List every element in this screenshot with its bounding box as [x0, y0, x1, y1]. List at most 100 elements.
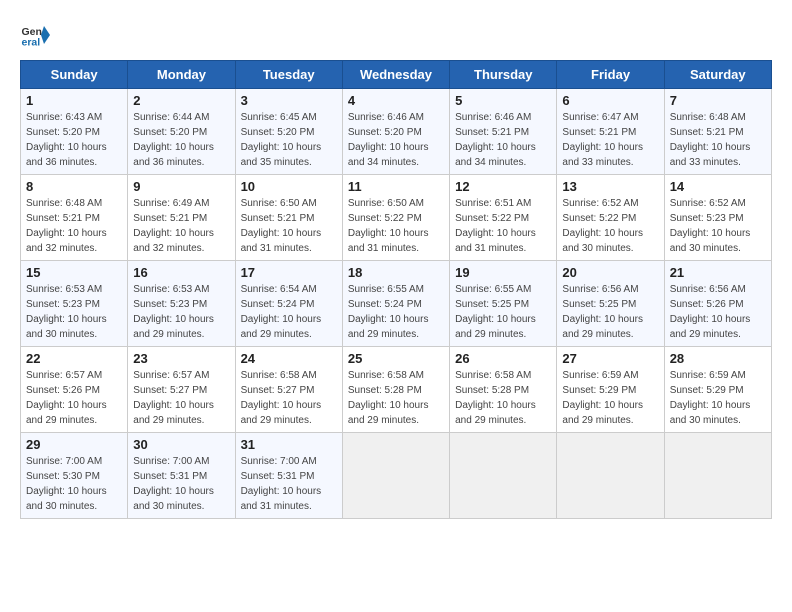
day-number: 14 — [670, 179, 766, 194]
day-number: 15 — [26, 265, 122, 280]
day-info: Sunrise: 6:47 AM Sunset: 5:21 PM Dayligh… — [562, 110, 658, 170]
calendar-cell: 19 Sunrise: 6:55 AM Sunset: 5:25 PM Dayli… — [450, 261, 557, 347]
day-info: Sunrise: 6:58 AM Sunset: 5:28 PM Dayligh… — [348, 368, 444, 428]
calendar-cell: 9 Sunrise: 6:49 AM Sunset: 5:21 PM Daylig… — [128, 175, 235, 261]
col-header-monday: Monday — [128, 61, 235, 89]
calendar-cell — [342, 433, 449, 519]
calendar-cell: 22 Sunrise: 6:57 AM Sunset: 5:26 PM Dayli… — [21, 347, 128, 433]
day-number: 21 — [670, 265, 766, 280]
day-info: Sunrise: 6:56 AM Sunset: 5:25 PM Dayligh… — [562, 282, 658, 342]
day-info: Sunrise: 7:00 AM Sunset: 5:31 PM Dayligh… — [241, 454, 337, 514]
calendar-cell: 12 Sunrise: 6:51 AM Sunset: 5:22 PM Dayli… — [450, 175, 557, 261]
day-number: 4 — [348, 93, 444, 108]
calendar-body: 1 Sunrise: 6:43 AM Sunset: 5:20 PM Daylig… — [21, 89, 772, 519]
col-header-thursday: Thursday — [450, 61, 557, 89]
calendar-cell: 21 Sunrise: 6:56 AM Sunset: 5:26 PM Dayli… — [664, 261, 771, 347]
day-info: Sunrise: 6:56 AM Sunset: 5:26 PM Dayligh… — [670, 282, 766, 342]
day-number: 20 — [562, 265, 658, 280]
day-info: Sunrise: 6:50 AM Sunset: 5:22 PM Dayligh… — [348, 196, 444, 256]
calendar-cell: 8 Sunrise: 6:48 AM Sunset: 5:21 PM Daylig… — [21, 175, 128, 261]
day-number: 7 — [670, 93, 766, 108]
day-info: Sunrise: 6:48 AM Sunset: 5:21 PM Dayligh… — [26, 196, 122, 256]
day-number: 22 — [26, 351, 122, 366]
col-header-friday: Friday — [557, 61, 664, 89]
calendar-cell: 6Sunrise: 6:47 AM Sunset: 5:21 PM Daylig… — [557, 89, 664, 175]
calendar-cell: 17 Sunrise: 6:54 AM Sunset: 5:24 PM Dayli… — [235, 261, 342, 347]
calendar-cell: 1 Sunrise: 6:43 AM Sunset: 5:20 PM Daylig… — [21, 89, 128, 175]
week-row-3: 15 Sunrise: 6:53 AM Sunset: 5:23 PM Dayli… — [21, 261, 772, 347]
day-number: 28 — [670, 351, 766, 366]
calendar-cell: 28 Sunrise: 6:59 AM Sunset: 5:29 PM Dayli… — [664, 347, 771, 433]
week-row-5: 29 Sunrise: 7:00 AM Sunset: 5:30 PM Dayli… — [21, 433, 772, 519]
day-info: Sunrise: 7:00 AM Sunset: 5:30 PM Dayligh… — [26, 454, 122, 514]
day-number: 1 — [26, 93, 122, 108]
day-info: Sunrise: 6:53 AM Sunset: 5:23 PM Dayligh… — [26, 282, 122, 342]
day-info: Sunrise: 6:57 AM Sunset: 5:26 PM Dayligh… — [26, 368, 122, 428]
day-info: Sunrise: 6:51 AM Sunset: 5:22 PM Dayligh… — [455, 196, 551, 256]
col-header-saturday: Saturday — [664, 61, 771, 89]
day-number: 29 — [26, 437, 122, 452]
day-info: Sunrise: 6:43 AM Sunset: 5:20 PM Dayligh… — [26, 110, 122, 170]
day-info: Sunrise: 6:57 AM Sunset: 5:27 PM Dayligh… — [133, 368, 229, 428]
day-number: 30 — [133, 437, 229, 452]
day-info: Sunrise: 6:53 AM Sunset: 5:23 PM Dayligh… — [133, 282, 229, 342]
calendar-cell: 7Sunrise: 6:48 AM Sunset: 5:21 PM Daylig… — [664, 89, 771, 175]
calendar-cell: 30 Sunrise: 7:00 AM Sunset: 5:31 PM Dayli… — [128, 433, 235, 519]
day-info: Sunrise: 6:46 AM Sunset: 5:21 PM Dayligh… — [455, 110, 551, 170]
calendar-cell: 5 Sunrise: 6:46 AM Sunset: 5:21 PM Daylig… — [450, 89, 557, 175]
day-number: 24 — [241, 351, 337, 366]
calendar-cell: 10 Sunrise: 6:50 AM Sunset: 5:21 PM Dayli… — [235, 175, 342, 261]
day-number: 9 — [133, 179, 229, 194]
col-header-tuesday: Tuesday — [235, 61, 342, 89]
calendar-cell — [557, 433, 664, 519]
day-number: 31 — [241, 437, 337, 452]
calendar-cell: 27 Sunrise: 6:59 AM Sunset: 5:29 PM Dayli… — [557, 347, 664, 433]
svg-text:eral: eral — [22, 37, 41, 49]
day-info: Sunrise: 6:54 AM Sunset: 5:24 PM Dayligh… — [241, 282, 337, 342]
col-header-wednesday: Wednesday — [342, 61, 449, 89]
calendar-cell: 23Sunrise: 6:57 AM Sunset: 5:27 PM Dayli… — [128, 347, 235, 433]
calendar-cell — [450, 433, 557, 519]
day-number: 2 — [133, 93, 229, 108]
calendar-cell — [664, 433, 771, 519]
day-info: Sunrise: 6:46 AM Sunset: 5:20 PM Dayligh… — [348, 110, 444, 170]
day-number: 3 — [241, 93, 337, 108]
day-info: Sunrise: 6:52 AM Sunset: 5:22 PM Dayligh… — [562, 196, 658, 256]
logo-icon: Gen eral — [20, 20, 50, 50]
calendar-cell: 31 Sunrise: 7:00 AM Sunset: 5:31 PM Dayli… — [235, 433, 342, 519]
logo: Gen eral — [20, 20, 54, 50]
calendar-cell: 29 Sunrise: 7:00 AM Sunset: 5:30 PM Dayli… — [21, 433, 128, 519]
day-number: 10 — [241, 179, 337, 194]
week-row-4: 22 Sunrise: 6:57 AM Sunset: 5:26 PM Dayli… — [21, 347, 772, 433]
day-number: 5 — [455, 93, 551, 108]
day-info: Sunrise: 7:00 AM Sunset: 5:31 PM Dayligh… — [133, 454, 229, 514]
calendar-cell: 11Sunrise: 6:50 AM Sunset: 5:22 PM Dayli… — [342, 175, 449, 261]
day-info: Sunrise: 6:55 AM Sunset: 5:25 PM Dayligh… — [455, 282, 551, 342]
calendar-cell: 2 Sunrise: 6:44 AM Sunset: 5:20 PM Daylig… — [128, 89, 235, 175]
day-number: 8 — [26, 179, 122, 194]
day-info: Sunrise: 6:52 AM Sunset: 5:23 PM Dayligh… — [670, 196, 766, 256]
day-info: Sunrise: 6:59 AM Sunset: 5:29 PM Dayligh… — [670, 368, 766, 428]
calendar-cell: 25 Sunrise: 6:58 AM Sunset: 5:28 PM Dayli… — [342, 347, 449, 433]
calendar-cell: 3Sunrise: 6:45 AM Sunset: 5:20 PM Daylig… — [235, 89, 342, 175]
calendar-cell: 26Sunrise: 6:58 AM Sunset: 5:28 PM Dayli… — [450, 347, 557, 433]
day-number: 27 — [562, 351, 658, 366]
calendar-cell: 24 Sunrise: 6:58 AM Sunset: 5:27 PM Dayli… — [235, 347, 342, 433]
day-number: 25 — [348, 351, 444, 366]
day-info: Sunrise: 6:59 AM Sunset: 5:29 PM Dayligh… — [562, 368, 658, 428]
day-number: 19 — [455, 265, 551, 280]
day-number: 12 — [455, 179, 551, 194]
day-info: Sunrise: 6:44 AM Sunset: 5:20 PM Dayligh… — [133, 110, 229, 170]
day-info: Sunrise: 6:49 AM Sunset: 5:21 PM Dayligh… — [133, 196, 229, 256]
calendar-cell: 14 Sunrise: 6:52 AM Sunset: 5:23 PM Dayli… — [664, 175, 771, 261]
day-number: 16 — [133, 265, 229, 280]
calendar-table: SundayMondayTuesdayWednesdayThursdayFrid… — [20, 60, 772, 519]
calendar-cell: 13 Sunrise: 6:52 AM Sunset: 5:22 PM Dayli… — [557, 175, 664, 261]
day-info: Sunrise: 6:50 AM Sunset: 5:21 PM Dayligh… — [241, 196, 337, 256]
calendar-cell: 4 Sunrise: 6:46 AM Sunset: 5:20 PM Daylig… — [342, 89, 449, 175]
calendar-cell: 20 Sunrise: 6:56 AM Sunset: 5:25 PM Dayli… — [557, 261, 664, 347]
day-number: 17 — [241, 265, 337, 280]
day-info: Sunrise: 6:58 AM Sunset: 5:27 PM Dayligh… — [241, 368, 337, 428]
day-number: 13 — [562, 179, 658, 194]
day-info: Sunrise: 6:55 AM Sunset: 5:24 PM Dayligh… — [348, 282, 444, 342]
